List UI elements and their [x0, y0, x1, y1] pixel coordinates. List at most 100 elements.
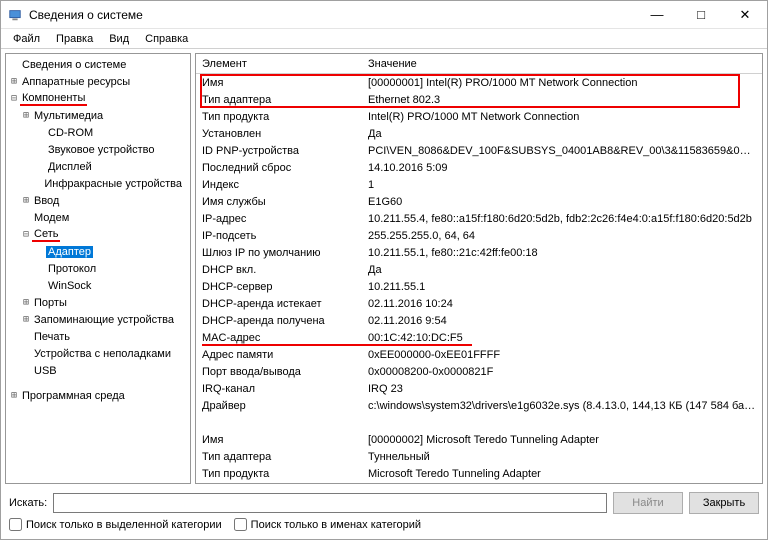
tree-comp[interactable]: ⊟Компоненты [6, 90, 190, 107]
close-button[interactable]: ✕ [723, 1, 767, 28]
tree-problem[interactable]: Устройства с неполадками [6, 345, 190, 362]
table-row[interactable]: Тип адаптераТуннельный [196, 448, 762, 465]
table-row[interactable]: Имя[00000001] Intel(R) PRO/1000 MT Netwo… [196, 74, 762, 91]
tree-input[interactable]: ⊞Ввод [6, 192, 190, 209]
row-value: 0xEE000000-0xEE01FFFF [368, 349, 756, 361]
row-key: Порт ввода/вывода [202, 366, 368, 378]
tree-root[interactable]: Сведения о системе [6, 56, 190, 73]
tree-print[interactable]: Печать [6, 328, 190, 345]
menu-help[interactable]: Справка [137, 31, 196, 47]
menu-file[interactable]: Файл [5, 31, 48, 47]
row-key: Тип продукта [202, 468, 368, 480]
close-search-button[interactable]: Закрыть [689, 492, 759, 514]
table-row[interactable]: Имя[00000002] Microsoft Teredo Tunneling… [196, 431, 762, 448]
window-buttons: — □ ✕ [635, 1, 767, 28]
expand-icon[interactable]: ⊞ [20, 297, 32, 308]
row-value: [00000001] Intel(R) PRO/1000 MT Network … [368, 77, 756, 89]
row-key: Последний сброс [202, 162, 368, 174]
expand-icon[interactable]: ⊞ [8, 390, 20, 401]
search-row: Искать: Найти Закрыть [9, 492, 759, 514]
table-row[interactable]: Последний сброс14.10.2016 5:09 [196, 159, 762, 176]
row-value: IRQ 23 [368, 383, 756, 395]
table-row[interactable]: IRQ-каналIRQ 23 [196, 380, 762, 397]
tree-disp[interactable]: Дисплей [6, 158, 190, 175]
tree-net[interactable]: ⊟Сеть [6, 226, 190, 243]
tree-mm[interactable]: ⊞Мультимедиа [6, 107, 190, 124]
cb-selected-category-input[interactable] [9, 518, 22, 531]
collapse-icon[interactable]: ⊟ [8, 93, 20, 104]
tree-sw[interactable]: ⊞Программная среда [6, 387, 190, 404]
row-value: 10.211.55.1 [368, 281, 756, 293]
cb-names-only-input[interactable] [234, 518, 247, 531]
table-row[interactable]: MAC-адрес00:1C:42:10:DC:F5 [196, 329, 762, 346]
tree-panel[interactable]: Сведения о системе ⊞Аппаратные ресурсы ⊟… [5, 53, 191, 484]
table-row[interactable]: IP-адрес10.211.55.4, fe80::a15f:f180:6d2… [196, 210, 762, 227]
table-row[interactable]: ID PNP-устройстваPCI\VEN_8086&DEV_100F&S… [196, 142, 762, 159]
detail-panel: Элемент Значение Имя[00000001] Intel(R) … [195, 53, 763, 484]
expand-icon[interactable]: ⊞ [20, 195, 32, 206]
cb-names-only[interactable]: Поиск только в именах категорий [234, 518, 421, 531]
tree-hw[interactable]: ⊞Аппаратные ресурсы [6, 73, 190, 90]
col-element: Элемент [202, 58, 368, 70]
minimize-button[interactable]: — [635, 1, 679, 28]
row-key: Тип адаптера [202, 451, 368, 463]
detail-rows[interactable]: Имя[00000001] Intel(R) PRO/1000 MT Netwo… [196, 74, 762, 483]
row-value: 10.211.55.1, fe80::21c:42ff:fe00:18 [368, 247, 756, 259]
tree-storage[interactable]: ⊞Запоминающие устройства [6, 311, 190, 328]
table-row[interactable]: Тип продуктаIntel(R) PRO/1000 MT Network… [196, 108, 762, 125]
window-title: Сведения о системе [29, 8, 635, 22]
check-row: Поиск только в выделенной категории Поис… [9, 518, 759, 531]
cb-selected-category[interactable]: Поиск только в выделенной категории [9, 518, 222, 531]
row-value: 00:1C:42:10:DC:F5 [368, 332, 756, 344]
row-value: 1 [368, 179, 756, 191]
collapse-icon[interactable]: ⊟ [20, 229, 32, 240]
col-value: Значение [368, 58, 417, 70]
expand-icon[interactable]: ⊞ [20, 314, 32, 325]
table-row[interactable]: DHCP-аренда получена02.11.2016 9:54 [196, 312, 762, 329]
find-button[interactable]: Найти [613, 492, 683, 514]
menu-view[interactable]: Вид [101, 31, 137, 47]
table-row[interactable]: Адрес памяти0xEE000000-0xEE01FFFF [196, 346, 762, 363]
table-row[interactable]: Индекс1 [196, 176, 762, 193]
row-value: 02.11.2016 10:24 [368, 298, 756, 310]
row-value: [00000002] Microsoft Teredo Tunneling Ad… [368, 434, 756, 446]
tree-ir[interactable]: Инфракрасные устройства [6, 175, 190, 192]
row-value: Да [368, 264, 756, 276]
tree-winsock[interactable]: WinSock [6, 277, 190, 294]
tree-proto[interactable]: Протокол [6, 260, 190, 277]
tree-cdrom[interactable]: CD-ROM [6, 124, 190, 141]
table-row[interactable]: Порт ввода/вывода0x00008200-0x0000821F [196, 363, 762, 380]
system-info-window: Сведения о системе — □ ✕ Файл Правка Вид… [0, 0, 768, 540]
row-value: Ethernet 802.3 [368, 94, 756, 106]
tree-modem[interactable]: Модем [6, 209, 190, 226]
tree-snd[interactable]: Звуковое устройство [6, 141, 190, 158]
table-row[interactable]: DHCP вкл.Да [196, 261, 762, 278]
table-row[interactable]: Тип продуктаMicrosoft Teredo Tunneling A… [196, 465, 762, 482]
table-row[interactable]: DHCP-сервер10.211.55.1 [196, 278, 762, 295]
menu-edit[interactable]: Правка [48, 31, 101, 47]
table-row[interactable]: Шлюз IP по умолчанию10.211.55.1, fe80::2… [196, 244, 762, 261]
table-row[interactable]: Драйверc:\windows\system32\drivers\e1g60… [196, 397, 762, 414]
app-icon [7, 7, 23, 23]
row-key: Драйвер [202, 400, 368, 412]
row-key: IP-адрес [202, 213, 368, 225]
table-row[interactable]: DHCP-аренда истекает02.11.2016 10:24 [196, 295, 762, 312]
tree-ports[interactable]: ⊞Порты [6, 294, 190, 311]
detail-header[interactable]: Элемент Значение [196, 54, 762, 74]
table-row[interactable]: IP-подсеть255.255.255.0, 64, 64 [196, 227, 762, 244]
table-row[interactable]: УстановленДа [196, 125, 762, 142]
row-value: Да [368, 128, 756, 140]
expand-icon[interactable]: ⊞ [20, 110, 32, 121]
row-key: DHCP-аренда истекает [202, 298, 368, 310]
tree-adapter[interactable]: Адаптер [6, 243, 190, 260]
expand-icon[interactable]: ⊞ [8, 76, 20, 87]
maximize-button[interactable]: □ [679, 1, 723, 28]
search-input[interactable] [53, 493, 607, 513]
tree-usb[interactable]: USB [6, 362, 190, 379]
footer: Искать: Найти Закрыть Поиск только в выд… [1, 488, 767, 539]
row-key: Индекс [202, 179, 368, 191]
table-row[interactable]: Тип адаптераEthernet 802.3 [196, 91, 762, 108]
table-row[interactable]: Имя службыE1G60 [196, 193, 762, 210]
row-value: c:\windows\system32\drivers\e1g6032e.sys… [368, 400, 756, 412]
table-row[interactable] [196, 414, 762, 431]
